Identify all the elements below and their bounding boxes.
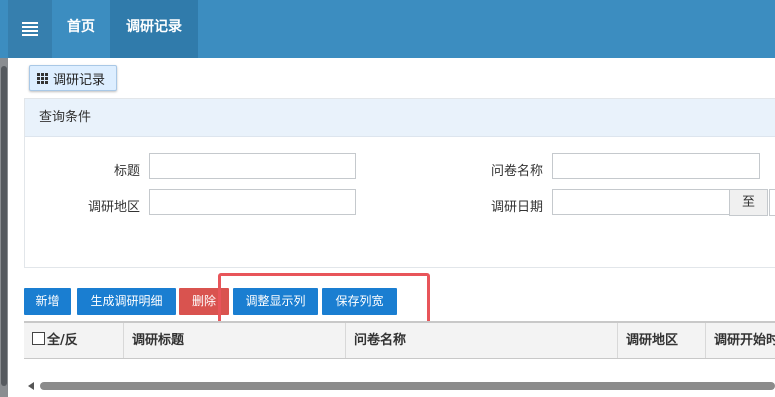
horizontal-scrollbar[interactable] — [24, 380, 775, 392]
title-label: 标题 — [113, 164, 140, 179]
add-button[interactable]: 新增 — [24, 288, 71, 315]
nav-survey-records[interactable]: 调研记录 — [110, 0, 198, 58]
column-header-survey-name[interactable]: 问卷名称 — [346, 323, 618, 358]
region-input[interactable] — [149, 189, 356, 215]
survey-name-input[interactable] — [552, 153, 760, 179]
title-input[interactable] — [149, 153, 356, 179]
survey-name-label: 问卷名称 — [490, 164, 543, 179]
table-header: 全/反 调研标题 问卷名称 调研地区 调研开始时间 — [24, 321, 775, 359]
vertical-scrollbar[interactable] — [0, 58, 8, 397]
query-panel-title: 查询条件 — [25, 99, 775, 137]
top-navbar: 首页 调研记录 — [0, 0, 775, 58]
region-label: 调研地区 — [87, 200, 140, 215]
query-panel: 查询条件 — [24, 98, 775, 268]
scrollbar-thumb[interactable] — [40, 382, 775, 390]
date-label: 调研日期 — [490, 200, 543, 215]
column-header-region[interactable]: 调研地区 — [618, 323, 706, 358]
tab-label: 调研记录 — [53, 72, 106, 88]
date-range-separator: 至 — [729, 189, 768, 216]
nav-home[interactable]: 首页 — [52, 0, 110, 58]
select-all-label: 全/反 — [47, 333, 78, 348]
date-to-input[interactable] — [769, 189, 775, 216]
column-header-title[interactable]: 调研标题 — [124, 323, 346, 358]
tab-survey-records[interactable]: 调研记录 — [29, 65, 117, 91]
scroll-left-icon[interactable] — [28, 382, 34, 390]
hamburger-icon[interactable] — [8, 0, 52, 58]
scrollbar-thumb[interactable] — [1, 66, 7, 386]
select-all-header[interactable]: 全/反 — [24, 323, 124, 358]
generate-details-button[interactable]: 生成调研明细 — [77, 288, 176, 315]
column-header-start-time[interactable]: 调研开始时间 — [706, 323, 775, 358]
date-from-input[interactable] — [552, 189, 730, 215]
grid-icon — [37, 72, 48, 84]
select-all-checkbox[interactable] — [32, 332, 45, 345]
